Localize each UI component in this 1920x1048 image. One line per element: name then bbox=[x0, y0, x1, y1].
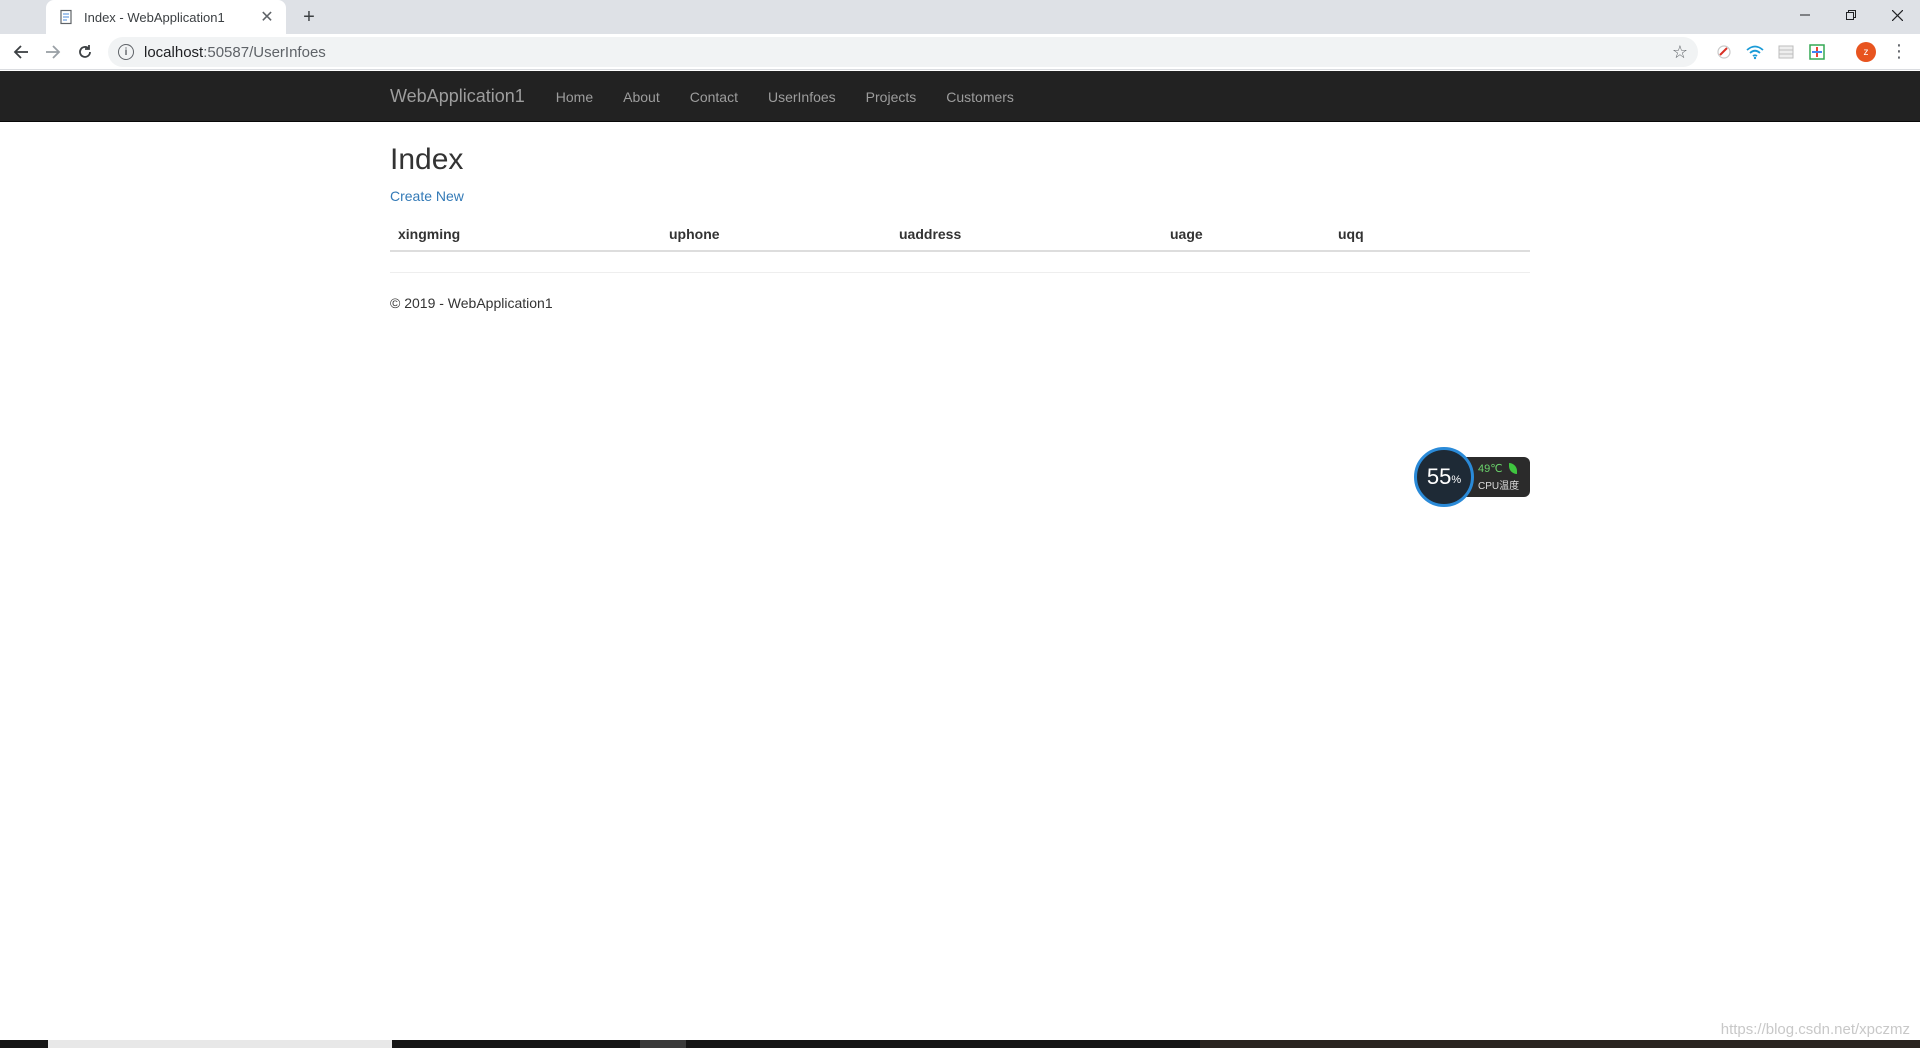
plus-extension-icon[interactable] bbox=[1807, 42, 1827, 62]
profile-avatar[interactable]: z bbox=[1856, 42, 1876, 62]
column-header-uaddress: uaddress bbox=[891, 218, 1162, 252]
nav-link-customers[interactable]: Customers bbox=[946, 89, 1014, 105]
nav-link-userinfoes[interactable]: UserInfoes bbox=[768, 89, 836, 105]
footer-text: © 2019 - WebApplication1 bbox=[390, 295, 553, 311]
arrow-left-icon bbox=[13, 45, 28, 59]
table-header-row: xingming uphone uaddress uage uqq bbox=[390, 218, 1530, 252]
main-content: Index Create New xingming uphone uaddres… bbox=[390, 122, 1530, 311]
browser-toolbar: i localhost:50587/UserInfoes ☆ z ⋮ bbox=[0, 34, 1920, 70]
navbar-brand[interactable]: WebApplication1 bbox=[390, 86, 525, 107]
navbar-inner: WebApplication1 Home About Contact UserI… bbox=[390, 71, 1044, 122]
taskbar-app-button[interactable] bbox=[640, 1040, 686, 1048]
back-button[interactable] bbox=[7, 38, 35, 66]
minimize-window-button[interactable] bbox=[1782, 0, 1828, 30]
page-title: Index bbox=[390, 143, 464, 176]
column-header-uqq: uqq bbox=[1330, 218, 1530, 252]
cpu-usage-value: 55 bbox=[1426, 464, 1452, 489]
page-icon bbox=[58, 9, 74, 25]
taskbar-active-window[interactable] bbox=[48, 1040, 392, 1048]
create-new-link[interactable]: Create New bbox=[390, 188, 464, 204]
close-window-button[interactable] bbox=[1874, 0, 1920, 30]
tab-title: Index - WebApplication1 bbox=[84, 9, 225, 25]
forward-button[interactable] bbox=[39, 38, 67, 66]
browser-tabstrip: Index - WebApplication1 ✕ + bbox=[0, 0, 1920, 34]
footer-divider bbox=[390, 272, 1530, 273]
cpu-temp-label: CPU温度 bbox=[1478, 481, 1520, 492]
userinfo-table: xingming uphone uaddress uage uqq bbox=[390, 218, 1530, 252]
url-host: localhost bbox=[144, 43, 204, 61]
url-path: :50587/UserInfoes bbox=[203, 43, 326, 61]
cpu-monitor-widget[interactable]: 49℃ CPU温度 55% bbox=[1414, 447, 1532, 507]
column-header-uphone: uphone bbox=[661, 218, 891, 252]
watermark-text: https://blog.csdn.net/xpczmz bbox=[1720, 1021, 1910, 1038]
app-navbar: WebApplication1 Home About Contact UserI… bbox=[0, 71, 1920, 122]
info-icon[interactable]: i bbox=[118, 44, 134, 60]
leaf-icon bbox=[1508, 463, 1517, 474]
reload-button[interactable] bbox=[71, 38, 99, 66]
new-tab-button[interactable]: + bbox=[298, 6, 320, 28]
nav-link-about[interactable]: About bbox=[623, 89, 660, 105]
nav-link-home[interactable]: Home bbox=[556, 89, 593, 105]
reload-icon bbox=[79, 45, 91, 58]
wifi-extension-icon[interactable] bbox=[1745, 42, 1765, 62]
grid-extension-icon[interactable] bbox=[1776, 42, 1796, 62]
address-bar[interactable]: i localhost:50587/UserInfoes ☆ bbox=[108, 37, 1698, 67]
close-tab-icon[interactable]: ✕ bbox=[258, 7, 276, 27]
browser-tab[interactable]: Index - WebApplication1 ✕ bbox=[46, 0, 286, 34]
cpu-temperature: 49℃ bbox=[1478, 463, 1503, 475]
cpu-usage-unit: % bbox=[1451, 474, 1462, 486]
cpu-usage-gauge: 55% bbox=[1414, 447, 1474, 507]
nav-link-projects[interactable]: Projects bbox=[866, 89, 917, 105]
column-header-uage: uage bbox=[1162, 218, 1330, 252]
nav-link-contact[interactable]: Contact bbox=[690, 89, 738, 105]
arrow-right-icon bbox=[46, 45, 61, 59]
extension-pen-icon[interactable] bbox=[1714, 42, 1734, 62]
os-taskbar bbox=[0, 1040, 1920, 1048]
restore-window-button[interactable] bbox=[1828, 0, 1874, 30]
bookmark-star-icon[interactable]: ☆ bbox=[1672, 42, 1688, 63]
column-header-xingming: xingming bbox=[390, 218, 661, 252]
browser-menu-icon[interactable]: ⋮ bbox=[1890, 42, 1908, 62]
taskbar-tray bbox=[1200, 1040, 1920, 1048]
